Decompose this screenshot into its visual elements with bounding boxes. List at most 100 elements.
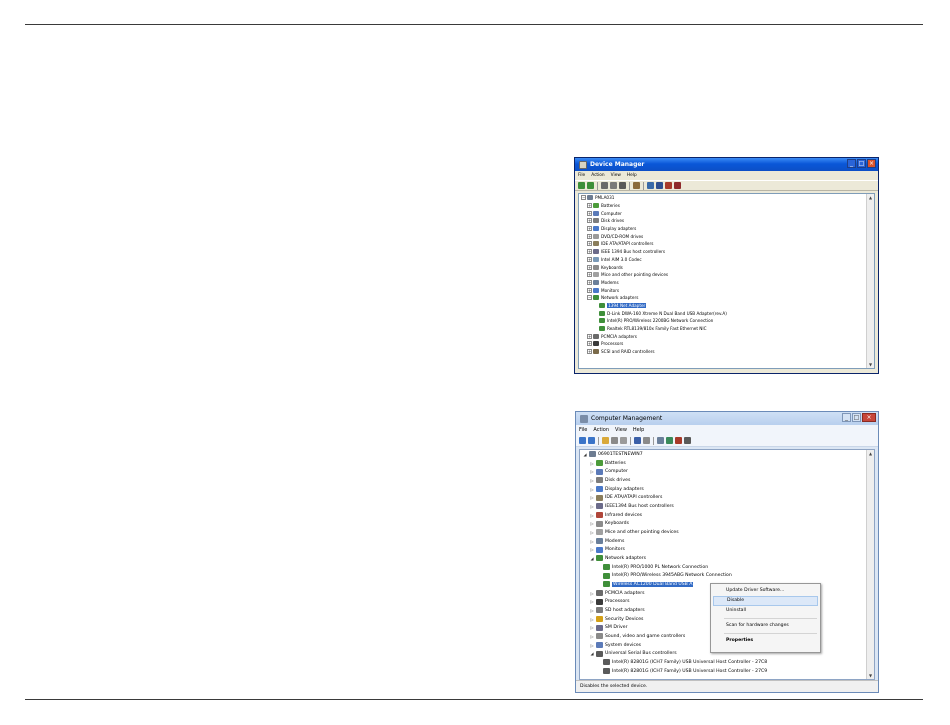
expand-icon[interactable]: ▷ (589, 495, 595, 500)
vertical-scrollbar[interactable]: ▲ ▼ (866, 450, 874, 679)
tree-node[interactable]: + Batteries (581, 202, 727, 210)
update-driver-menu-item[interactable]: Update Driver Software... (711, 586, 820, 596)
tree-node[interactable]: + Modems (581, 279, 727, 287)
tree-node[interactable]: Intel(R) PRO/1000 PL Network Connection (582, 563, 767, 572)
tree-node[interactable]: + SCSI and RAID controllers (581, 348, 727, 356)
menu-action[interactable]: Action (590, 427, 612, 433)
collapse-icon[interactable]: − (587, 295, 592, 301)
title-bar[interactable]: Computer Management _ □ × (576, 412, 878, 425)
scan-hardware-menu-item[interactable]: Scan for hardware changes (711, 621, 820, 631)
action-pane-icon[interactable] (643, 437, 650, 444)
minimize-button[interactable]: _ (842, 413, 851, 422)
expand-icon[interactable]: + (587, 341, 592, 347)
expand-icon[interactable]: ▷ (589, 478, 595, 483)
menu-help[interactable]: Help (630, 427, 647, 433)
expand-icon[interactable]: + (587, 226, 592, 232)
forward-icon[interactable] (587, 182, 594, 189)
tree-node[interactable]: − PMLA031 (581, 194, 727, 202)
menu-view[interactable]: View (612, 427, 630, 433)
collapse-icon[interactable]: ◢ (589, 651, 595, 656)
tree-node[interactable]: − Network adapters (581, 294, 727, 302)
expand-icon[interactable]: + (587, 272, 592, 278)
expand-icon[interactable]: + (587, 264, 592, 270)
tree-node[interactable]: + Display adapters (581, 225, 727, 233)
tree-node[interactable]: ▷ Modems (582, 537, 767, 546)
tree-node[interactable]: ▷ IDE ATA/ATAPI controllers (582, 493, 767, 502)
tree-node[interactable]: Intel(R) PRO/Wireless 3945ABG Network Co… (582, 571, 767, 580)
properties-icon[interactable] (610, 182, 617, 189)
print-icon[interactable] (619, 182, 626, 189)
expand-icon[interactable]: ▷ (589, 608, 595, 613)
update-driver-icon[interactable] (656, 182, 663, 189)
expand-icon[interactable]: ▷ (589, 599, 595, 604)
tree-node[interactable]: ◢ Network adapters (582, 554, 767, 563)
device-tree-pane[interactable]: ◢ 06901TESTNEWIN7 ▷ Batteries ▷ Computer ▷ Disk… (579, 449, 875, 680)
back-icon[interactable] (579, 437, 586, 444)
menu-action[interactable]: Action (588, 173, 607, 178)
tree-node[interactable]: Realtek RTL8139/810x Family Fast Etherne… (581, 325, 727, 333)
disable-icon[interactable] (675, 437, 682, 444)
scan-hardware-icon[interactable] (647, 182, 654, 189)
expand-icon[interactable]: + (587, 249, 592, 255)
expand-icon[interactable]: ▷ (589, 539, 595, 544)
expand-icon[interactable]: ▷ (589, 521, 595, 526)
scroll-up-icon[interactable]: ▲ (867, 451, 874, 456)
expand-icon[interactable]: + (587, 349, 592, 355)
tree-node[interactable]: + Processors (581, 340, 727, 348)
expand-icon[interactable]: + (587, 218, 592, 224)
tree-node[interactable]: D-Link DWA-160 Xtreme N Dual Band USB Ad… (581, 309, 727, 317)
expand-icon[interactable]: ▷ (589, 617, 595, 622)
maximize-button[interactable]: □ (852, 413, 861, 422)
tree-node[interactable]: Intel(R) 82801G (ICH7 Family) USB Univer… (582, 658, 767, 667)
device-tree-pane[interactable]: − PMLA031 + Batteries + Computer + Disk drives +… (578, 193, 875, 369)
disable-icon[interactable] (674, 182, 681, 189)
properties-icon[interactable] (620, 437, 627, 444)
tree-node[interactable]: ▷ Batteries (582, 459, 767, 468)
tree-node[interactable]: + Intel AIM 3.0 Codec (581, 256, 727, 264)
tree-node[interactable]: ▷ Keyboards (582, 519, 767, 528)
expand-icon[interactable]: ▷ (589, 634, 595, 639)
uninstall-icon[interactable] (684, 437, 691, 444)
tree-node[interactable]: ◢ 06901TESTNEWIN7 (582, 450, 767, 459)
back-icon[interactable] (578, 182, 585, 189)
expand-icon[interactable]: + (587, 241, 592, 247)
tree-node[interactable]: 1394 Net Adapter (581, 302, 727, 310)
expand-icon[interactable]: + (587, 203, 592, 209)
menu-help[interactable]: Help (624, 173, 640, 178)
uninstall-menu-item[interactable]: Uninstall (711, 606, 820, 616)
tree-node[interactable]: + Monitors (581, 286, 727, 294)
tree-node[interactable]: ▷ IEEE1394 Bus host controllers (582, 502, 767, 511)
expand-icon[interactable]: ▷ (589, 513, 595, 518)
expand-icon[interactable]: + (587, 233, 592, 239)
tree-node[interactable]: + Keyboards (581, 263, 727, 271)
tree-node[interactable]: + PCMCIA adapters (581, 332, 727, 340)
tree-node[interactable]: Intel(R) 82801G (ICH7 Family) USB Univer… (582, 667, 767, 676)
expand-icon[interactable]: ▷ (589, 643, 595, 648)
tree-node[interactable]: + Disk drives (581, 217, 727, 225)
tree-node[interactable]: ▷ Disk drives (582, 476, 767, 485)
tree-node[interactable]: ▷ Infrared devices (582, 511, 767, 520)
tree-node[interactable]: ▷ Mice and other pointing devices (582, 528, 767, 537)
expand-icon[interactable]: + (587, 256, 592, 262)
tree-node[interactable]: + DVD/CD-ROM drives (581, 232, 727, 240)
menu-file[interactable]: File (575, 173, 588, 178)
expand-icon[interactable]: + (587, 287, 592, 293)
expand-icon[interactable]: ▷ (589, 469, 595, 474)
expand-icon[interactable]: ▷ (589, 487, 595, 492)
expand-icon[interactable]: ▷ (589, 461, 595, 466)
expand-icon[interactable]: ▷ (589, 591, 595, 596)
collapse-icon[interactable]: − (581, 195, 586, 201)
vertical-scrollbar[interactable]: ▲ ▼ (866, 194, 874, 368)
help-icon[interactable] (633, 182, 640, 189)
properties-menu-item[interactable]: Properties (711, 636, 820, 646)
tree-node[interactable]: + IEEE 1394 Bus host controllers (581, 248, 727, 256)
close-button[interactable]: × (862, 413, 876, 422)
up-folder-icon[interactable] (602, 437, 609, 444)
maximize-button[interactable]: □ (857, 159, 866, 168)
update-driver-icon[interactable] (666, 437, 673, 444)
tree-node[interactable]: ▷ Display adapters (582, 485, 767, 494)
collapse-icon[interactable]: ◢ (582, 452, 588, 457)
tree-node[interactable]: + Mice and other pointing devices (581, 271, 727, 279)
menu-view[interactable]: View (608, 173, 624, 178)
tree-node[interactable]: Intel(R) PRO/Wireless 2200BG Network Con… (581, 317, 727, 325)
